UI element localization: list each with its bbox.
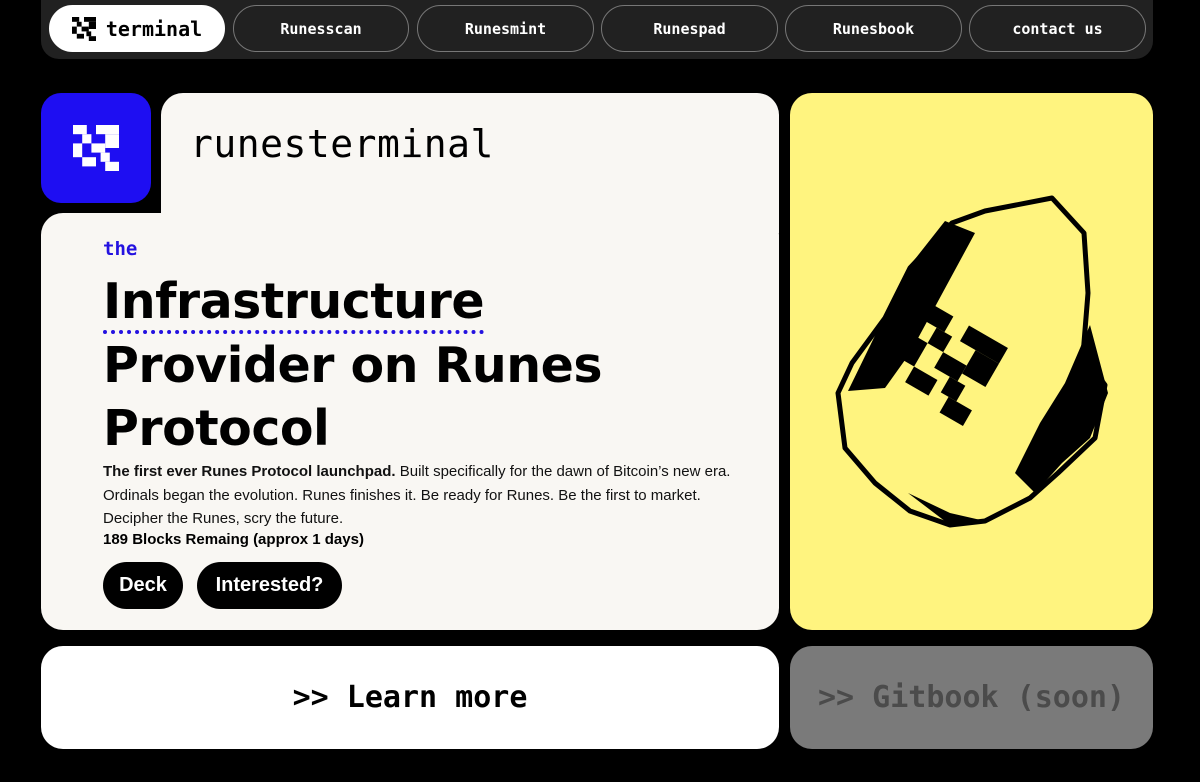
top-nav: terminal Runesscan Runesmint Runespad Ru… <box>41 0 1153 59</box>
nav-label: contact us <box>1012 19 1103 38</box>
headline-highlight: Infrastructure <box>103 274 485 334</box>
button-label: Deck <box>119 574 167 596</box>
deck-button[interactable]: Deck <box>103 562 183 609</box>
hero-kicker: the <box>103 238 138 260</box>
nav-label: Runesmint <box>464 19 547 38</box>
nav-item-contact-us[interactable]: contact us <box>969 5 1146 52</box>
runes-logo-icon <box>73 125 119 171</box>
learn-more-link[interactable]: >> Learn more <box>41 646 779 749</box>
nav-label: Runesscan <box>280 19 362 38</box>
logo-badge <box>41 93 151 203</box>
runes-logo-icon <box>71 16 96 41</box>
rune-stone-illustration <box>835 195 1108 528</box>
brand-name: runesterminal <box>190 122 494 166</box>
nav-label: Runespad <box>653 19 726 38</box>
gitbook-link[interactable]: >> Gitbook (soon) <box>790 646 1153 749</box>
nav-item-runespad[interactable]: Runespad <box>601 5 778 52</box>
rune-stone-card <box>790 93 1153 630</box>
nav-item-runesscan[interactable]: Runesscan <box>233 5 409 52</box>
interested-button[interactable]: Interested? <box>197 562 342 609</box>
hero-description: The first ever Runes Protocol launchpad.… <box>103 460 733 531</box>
desc-bold: The first ever Runes Protocol launchpad. <box>103 463 396 480</box>
nav-item-runesbook[interactable]: Runesbook <box>785 5 962 52</box>
nav-item-runesmint[interactable]: Runesmint <box>417 5 594 52</box>
nav-label: Runesbook <box>832 19 915 38</box>
headline-rest: Provider on Runes Protocol <box>103 337 603 457</box>
button-label: Interested? <box>215 574 324 596</box>
nav-item-terminal[interactable]: terminal <box>49 5 225 52</box>
hero-headline: Infrastructure Provider on Runes Protoco… <box>103 270 663 460</box>
nav-label: terminal <box>105 16 203 41</box>
blocks-remaining: 189 Blocks Remaing (approx 1 days) <box>103 531 364 548</box>
